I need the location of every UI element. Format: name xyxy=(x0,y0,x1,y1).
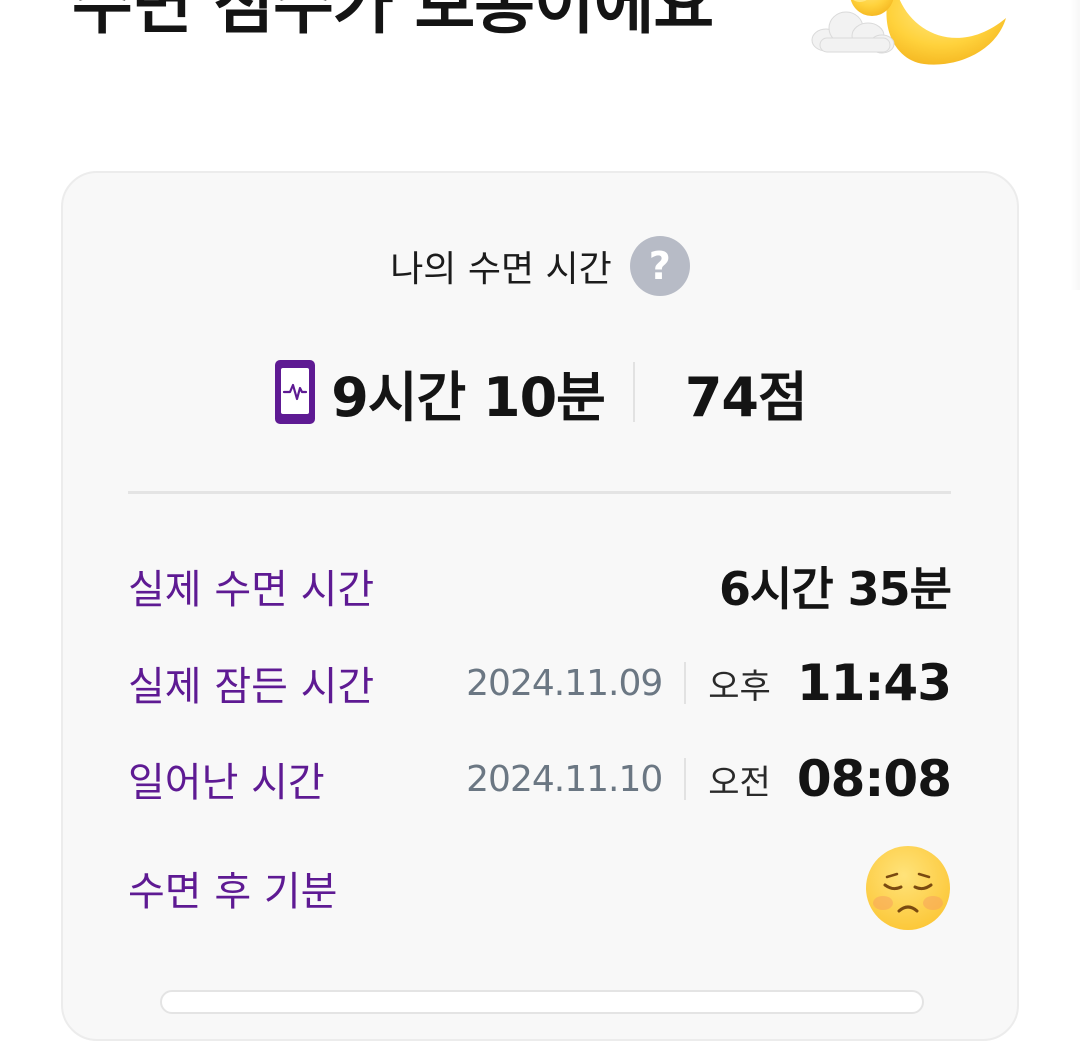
next-section-edge xyxy=(160,990,924,1014)
sleep-summary: 9시간 10분 74점 xyxy=(0,356,1080,429)
fell-asleep-row: 실제 잠든 시간 2024.11.09 오후 11:43 xyxy=(128,653,952,713)
actual-sleep-label: 실제 수면 시간 xyxy=(128,567,375,613)
fell-asleep-separator xyxy=(684,662,687,704)
actual-sleep-value: 6시간 35분 xyxy=(719,562,952,616)
fell-asleep-time: 11:43 xyxy=(796,654,952,712)
card-header: 나의 수면 시간 ? xyxy=(0,236,1080,296)
woke-up-label: 일어난 시간 xyxy=(128,760,325,806)
woke-up-row: 일어난 시간 2024.11.10 오전 08:08 xyxy=(128,749,952,809)
page-title: 수면 점수가 보통이에요 xyxy=(72,0,714,43)
fell-asleep-date: 2024.11.09 xyxy=(466,662,663,704)
phone-heartbeat-icon xyxy=(275,360,316,424)
total-sleep-duration: 9시간 10분 xyxy=(331,365,606,429)
card-header-label: 나의 수면 시간 xyxy=(390,249,612,290)
sleep-score: 74점 xyxy=(684,365,808,429)
sleepy-face-emoji-icon[interactable] xyxy=(865,845,951,931)
woke-up-time: 08:08 xyxy=(796,750,952,808)
woke-up-separator xyxy=(684,758,687,800)
actual-sleep-row: 실제 수면 시간 6시간 35분 xyxy=(128,558,952,616)
woke-up-ampm: 오전 xyxy=(708,762,771,803)
fell-asleep-label: 실제 잠든 시간 xyxy=(128,664,375,710)
woke-up-date: 2024.11.10 xyxy=(466,758,663,800)
question-mark-icon[interactable]: ? xyxy=(629,236,690,296)
mood-row: 수면 후 기분 xyxy=(128,844,951,932)
section-divider xyxy=(128,491,951,494)
moon-with-cloud-icon xyxy=(811,0,1006,65)
mood-label: 수면 후 기분 xyxy=(128,869,338,915)
fell-asleep-ampm: 오후 xyxy=(708,666,771,707)
summary-divider xyxy=(632,362,635,422)
